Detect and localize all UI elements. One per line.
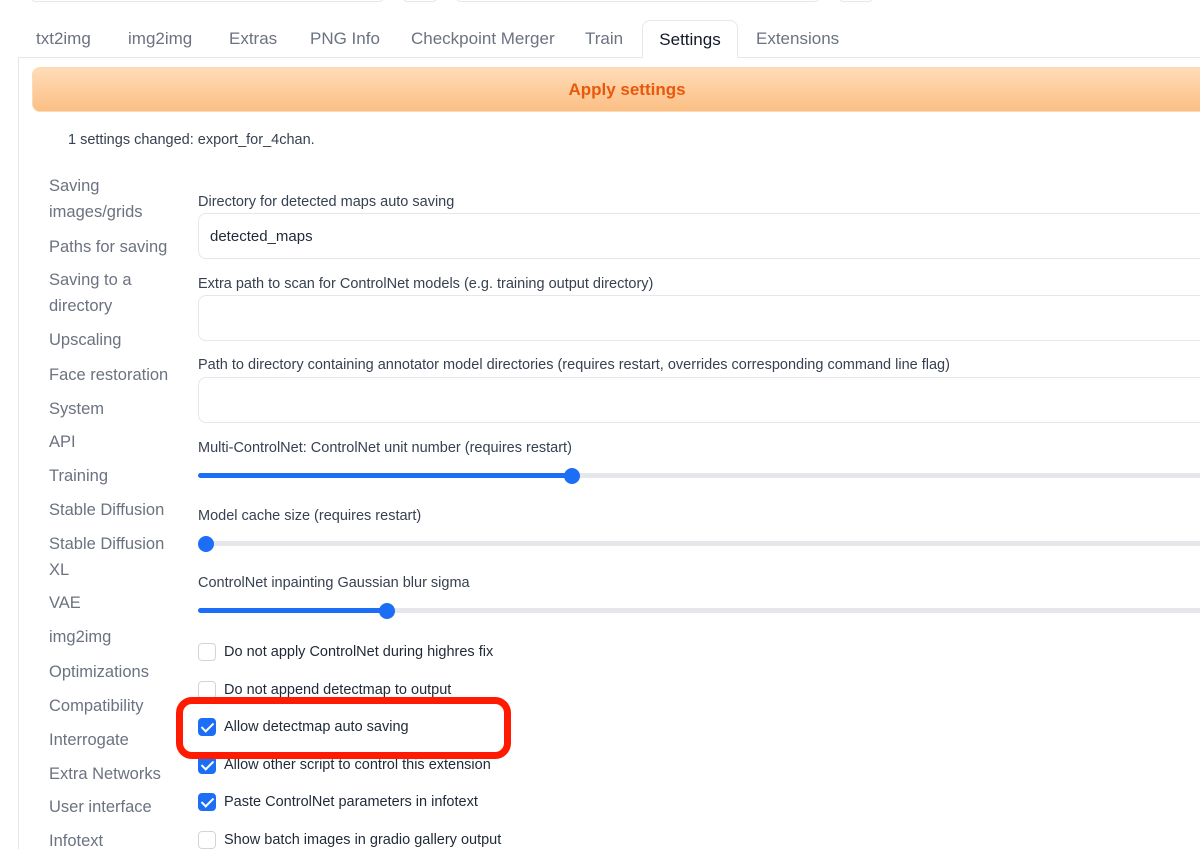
tab-txt2img[interactable]: txt2img: [36, 20, 91, 58]
annotator-dir-input[interactable]: [198, 377, 1200, 423]
no-highres-checkbox[interactable]: [198, 643, 216, 661]
apply-settings-button[interactable]: Apply settings: [32, 67, 1200, 112]
sidebar-item-stable-diffusion[interactable]: Stable Diffusion: [49, 497, 174, 523]
sidebar-item-user-interface[interactable]: User interface: [49, 794, 174, 820]
blur-sigma-slider[interactable]: [198, 602, 1200, 620]
sidebar-item-saving-to-directory[interactable]: Saving to a directory: [49, 267, 174, 319]
sidebar-item-stable-diffusion-xl[interactable]: Stable Diffusion XL: [49, 531, 174, 583]
slider-thumb[interactable]: [378, 603, 395, 619]
sidebar-item-interrogate[interactable]: Interrogate: [49, 727, 174, 753]
detected-maps-dir-label: Directory for detected maps auto saving: [198, 194, 455, 210]
top-button-fragment-2[interactable]: [838, 0, 874, 2]
auto-save-checkbox[interactable]: [198, 718, 216, 736]
tab-extensions[interactable]: Extensions: [756, 20, 839, 58]
slider-thumb[interactable]: [198, 536, 214, 552]
slider-fill: [198, 473, 572, 478]
sidebar-item-vae[interactable]: VAE: [49, 590, 174, 616]
sidebar-item-saving-images[interactable]: Saving images/grids: [49, 173, 174, 225]
batch-gallery-label: Show batch images in gradio gallery outp…: [224, 832, 502, 848]
sidebar-item-infotext[interactable]: Infotext: [49, 828, 174, 849]
batch-gallery-checkbox[interactable]: [198, 831, 216, 849]
sidebar-item-system[interactable]: System: [49, 396, 174, 422]
blur-sigma-label: ControlNet inpainting Gaussian blur sigm…: [198, 575, 470, 591]
top-dropdown-fragment[interactable]: [30, 0, 385, 2]
annotator-dir-label: Path to directory containing annotator m…: [198, 357, 950, 373]
slider-thumb[interactable]: [563, 468, 580, 484]
unit-number-label: Multi-ControlNet: ControlNet unit number…: [198, 440, 572, 456]
detected-maps-dir-input[interactable]: [198, 213, 1200, 259]
sidebar-item-paths-for-saving[interactable]: Paths for saving: [49, 234, 174, 260]
unit-number-slider[interactable]: [198, 467, 1200, 485]
slider-fill: [198, 608, 387, 613]
sidebar-item-extra-networks[interactable]: Extra Networks: [49, 761, 174, 787]
no-highres-label: Do not apply ControlNet during highres f…: [224, 644, 494, 660]
tab-png-info[interactable]: PNG Info: [310, 20, 380, 58]
sidebar-item-img2img[interactable]: img2img: [49, 624, 174, 650]
settings-changed-note: 1 settings changed: export_for_4chan.: [68, 132, 315, 148]
extra-models-path-label: Extra path to scan for ControlNet models…: [198, 276, 654, 292]
cache-size-slider[interactable]: [198, 535, 1200, 553]
tab-img2img[interactable]: img2img: [128, 20, 192, 58]
tab-train[interactable]: Train: [585, 20, 623, 58]
tab-settings[interactable]: Settings: [642, 20, 738, 58]
top-button-fragment[interactable]: [402, 0, 438, 2]
paste-params-label: Paste ControlNet parameters in infotext: [224, 794, 478, 810]
tab-checkpoint-merger[interactable]: Checkpoint Merger: [411, 20, 555, 58]
sidebar-item-face-restoration[interactable]: Face restoration: [49, 362, 174, 388]
tab-extras[interactable]: Extras: [229, 20, 277, 58]
sidebar-item-upscaling[interactable]: Upscaling: [49, 327, 174, 353]
auto-save-label: Allow detectmap auto saving: [224, 719, 409, 735]
main-tabs: txt2img img2img Extras PNG Info Checkpoi…: [18, 20, 1200, 58]
sidebar-item-optimizations[interactable]: Optimizations: [49, 659, 174, 685]
sidebar-item-training[interactable]: Training: [49, 463, 174, 489]
top-dropdown-fragment-2[interactable]: [455, 0, 820, 2]
extra-models-path-input[interactable]: [198, 295, 1200, 341]
paste-params-checkbox[interactable]: [198, 793, 216, 811]
cache-size-label: Model cache size (requires restart): [198, 508, 422, 524]
sidebar-item-compatibility[interactable]: Compatibility: [49, 693, 174, 719]
sidebar-item-api[interactable]: API: [49, 429, 174, 455]
slider-track: [198, 541, 1200, 546]
